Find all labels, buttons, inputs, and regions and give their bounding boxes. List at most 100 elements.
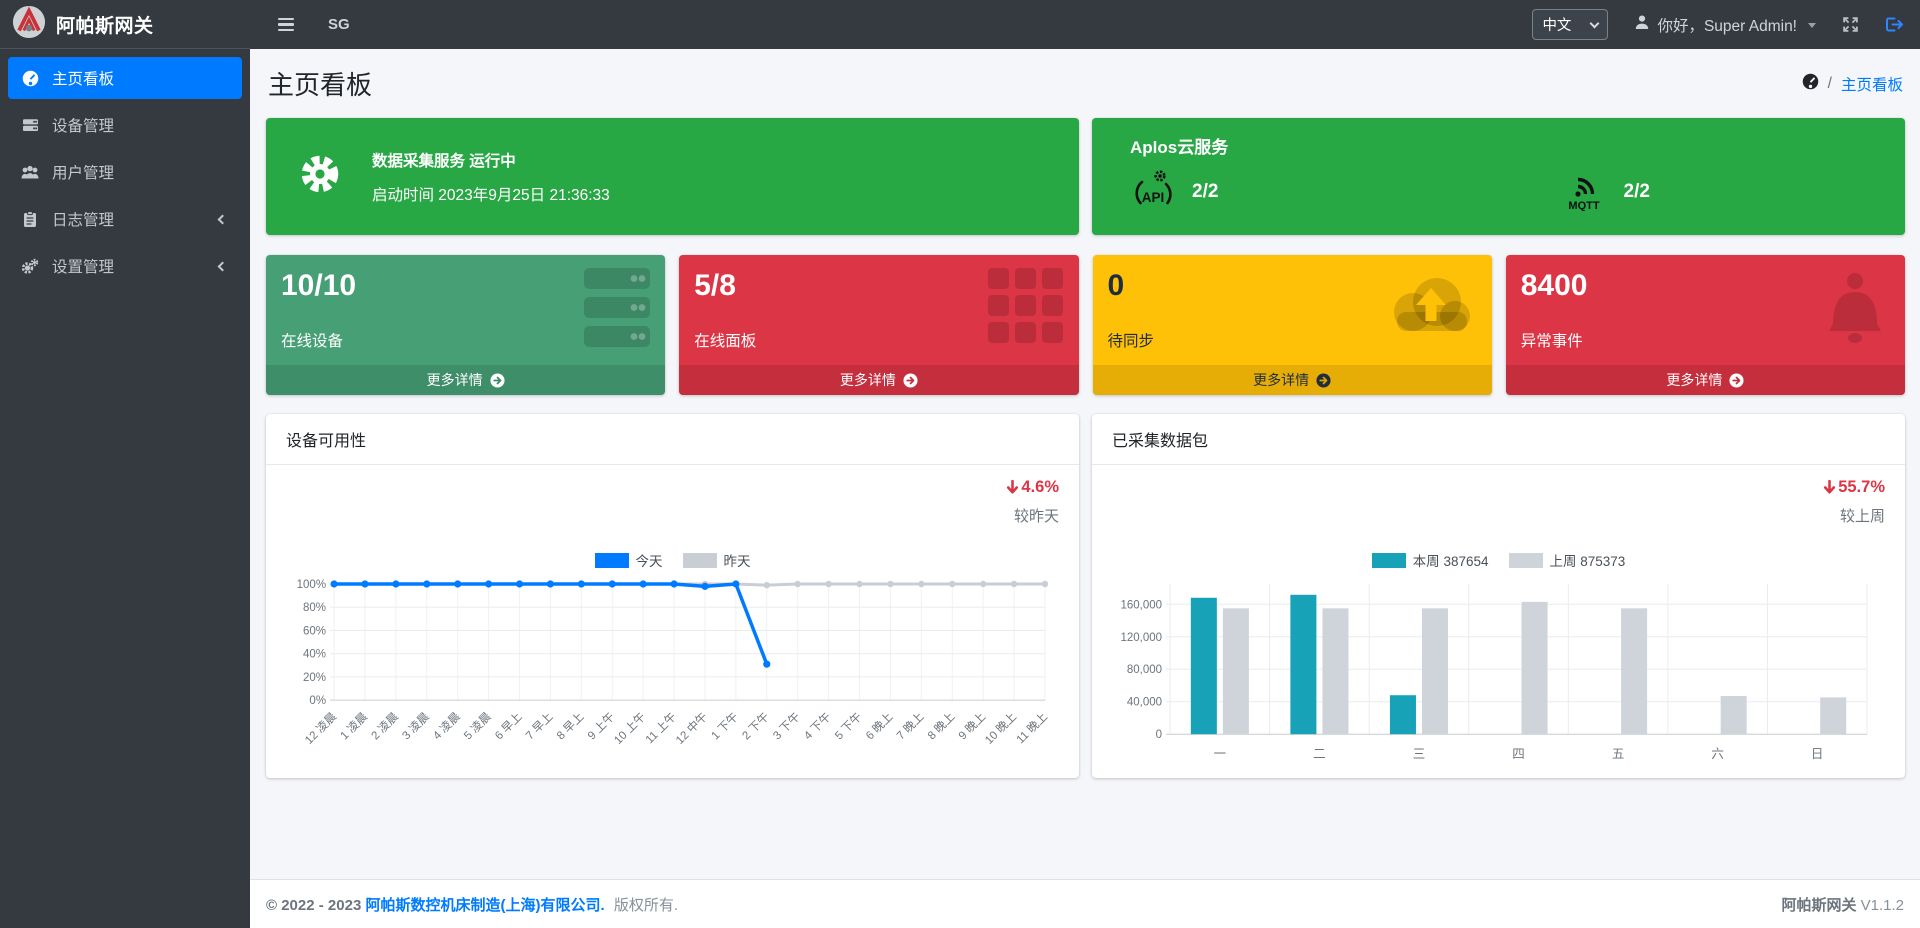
user-greeting: 你好，Super Admin! — [1657, 14, 1797, 36]
clipboard-icon — [20, 211, 40, 228]
packets-delta: 55.7% 较上周 — [1112, 478, 1885, 526]
content-area: 主页看板 / 主页看板 — [250, 49, 1920, 879]
legend-swatch-today — [595, 553, 629, 568]
collected-packets-card: 已采集数据包 55.7% 较上周 本周 387654 上周 87537 — [1092, 414, 1905, 778]
tachometer-icon — [1802, 73, 1819, 95]
svg-text:0%: 0% — [309, 695, 326, 707]
more-details-link[interactable]: 更多详情 — [1506, 365, 1905, 395]
svg-text:40,000: 40,000 — [1127, 697, 1162, 709]
logout-button[interactable] — [1885, 16, 1904, 33]
users-icon — [20, 164, 40, 181]
svg-text:11 上午: 11 上午 — [643, 710, 679, 746]
sidebar-item-users[interactable]: 用户管理 — [8, 151, 242, 193]
brand-title: 阿帕斯网关 — [56, 11, 154, 38]
svg-text:一: 一 — [1214, 747, 1227, 761]
arrow-down-icon — [1006, 480, 1019, 495]
more-details-link[interactable]: 更多详情 — [1093, 365, 1492, 395]
mqtt-status: MQTT 2/2 — [1518, 167, 1906, 216]
page-footer: © 2022 - 2023 阿帕斯数控机床制造(上海)有限公司. 版权所有. 阿… — [250, 879, 1920, 928]
nav-link-sg[interactable]: SG — [328, 16, 350, 33]
legend-swatch-yesterday — [683, 553, 717, 568]
svg-text:六: 六 — [1711, 747, 1724, 761]
sidebar-nav: 主页看板 设备管理 — [0, 49, 250, 300]
api-status: API 2/2 — [1130, 167, 1518, 216]
chevron-left-icon — [218, 261, 228, 271]
language-select[interactable]: 中文 — [1532, 9, 1608, 40]
company-link[interactable]: 阿帕斯数控机床制造(上海)有限公司. — [365, 897, 604, 914]
mqtt-status-value: 2/2 — [1624, 181, 1650, 203]
legend-swatch-last-week — [1509, 553, 1543, 568]
grid-icon — [988, 268, 1064, 349]
availability-compare-label: 较昨天 — [286, 505, 1059, 526]
legend-swatch-this-week — [1372, 553, 1406, 568]
svg-text:1 凌晨: 1 凌晨 — [337, 709, 370, 742]
availability-legend: 今天 昨天 — [286, 550, 1059, 570]
brand[interactable]: 阿帕斯网关 — [0, 0, 250, 49]
svg-text:3 凌晨: 3 凌晨 — [399, 709, 432, 742]
api-cloud-icon: API — [1130, 168, 1176, 215]
svg-text:7 早上: 7 早上 — [523, 710, 555, 742]
availability-line-chart: 0%20%40%60%80%100%12 凌晨1 凌晨2 凌晨3 凌晨4 凌晨5… — [286, 574, 1059, 780]
footer-copyright: © 2022 - 2023 阿帕斯数控机床制造(上海)有限公司. 版权所有. — [266, 894, 678, 915]
mqtt-signal-icon: MQTT — [1566, 167, 1608, 216]
svg-text:80%: 80% — [303, 602, 326, 614]
chevron-down-icon — [1590, 18, 1600, 28]
svg-text:MQTT: MQTT — [1568, 200, 1599, 211]
card-title: 设备可用性 — [266, 414, 1079, 465]
arrow-down-icon — [1823, 480, 1836, 495]
sidebar-item-label: 设备管理 — [52, 114, 230, 136]
svg-text:160,000: 160,000 — [1120, 599, 1162, 611]
arrow-circle-right-icon — [1316, 373, 1331, 388]
breadcrumb-current-link[interactable]: 主页看板 — [1841, 73, 1903, 95]
sidebar-item-label: 日志管理 — [52, 208, 207, 230]
caret-down-icon — [1808, 23, 1816, 28]
card-title: 已采集数据包 — [1092, 414, 1905, 465]
server-icon — [20, 117, 40, 134]
svg-text:2 下午: 2 下午 — [740, 710, 772, 742]
packets-legend: 本周 387654 上周 875373 — [1112, 550, 1885, 570]
svg-text:6 早上: 6 早上 — [492, 710, 524, 742]
svg-text:100%: 100% — [297, 579, 326, 591]
sidebar-item-settings[interactable]: 设置管理 — [8, 245, 242, 287]
bell-icon — [1820, 268, 1890, 355]
sidebar-item-devices[interactable]: 设备管理 — [8, 104, 242, 146]
svg-text:5 凌晨: 5 凌晨 — [461, 709, 494, 742]
svg-text:API: API — [1142, 190, 1165, 205]
svg-text:5 下午: 5 下午 — [832, 710, 864, 742]
svg-text:8 早上: 8 早上 — [554, 710, 586, 742]
sidebar-item-logs[interactable]: 日志管理 — [8, 198, 242, 240]
sidebar-item-dashboard[interactable]: 主页看板 — [8, 57, 242, 99]
svg-text:4 下午: 4 下午 — [801, 710, 833, 742]
footer-version: 阿帕斯网关 V1.1.2 — [1781, 894, 1904, 915]
api-status-value: 2/2 — [1192, 181, 1218, 203]
packets-compare-label: 较上周 — [1112, 505, 1885, 526]
svg-text:4 凌晨: 4 凌晨 — [430, 709, 463, 742]
stat-box-online-devices: 10/10 在线设备 — [266, 255, 665, 395]
stat-box-pending-sync: 0 待同步 — [1093, 255, 1492, 395]
fullscreen-button[interactable] — [1842, 16, 1859, 33]
svg-text:60%: 60% — [303, 625, 326, 637]
svg-text:40%: 40% — [303, 649, 326, 661]
sidebar-item-label: 主页看板 — [52, 67, 230, 89]
service-start-time: 启动时间 2023年9月25日 21:36:33 — [372, 183, 610, 205]
service-status-banner: 数据采集服务 运行中 启动时间 2023年9月25日 21:36:33 — [266, 118, 1079, 235]
sidebar-item-label: 用户管理 — [52, 161, 230, 183]
svg-text:20%: 20% — [303, 672, 326, 684]
server-stack-icon — [584, 268, 650, 357]
user-menu[interactable]: 你好，Super Admin! — [1634, 14, 1816, 36]
svg-text:日: 日 — [1811, 747, 1824, 761]
svg-text:四: 四 — [1512, 747, 1525, 761]
svg-text:6 晚上: 6 晚上 — [863, 710, 895, 742]
expand-arrows-icon — [1842, 16, 1859, 33]
svg-text:1 下午: 1 下午 — [709, 710, 741, 742]
more-details-link[interactable]: 更多详情 — [266, 365, 665, 395]
sidebar-toggle-button[interactable] — [276, 14, 296, 36]
svg-text:11 晚上: 11 晚上 — [1014, 710, 1050, 746]
arrow-circle-right-icon — [1729, 373, 1744, 388]
svg-text:10 晚上: 10 晚上 — [982, 710, 1019, 747]
arrow-circle-right-icon — [903, 373, 918, 388]
more-details-link[interactable]: 更多详情 — [679, 365, 1078, 395]
svg-text:10 上午: 10 上午 — [612, 710, 649, 747]
logout-icon — [1885, 16, 1904, 33]
cloud-upload-icon — [1385, 268, 1477, 349]
